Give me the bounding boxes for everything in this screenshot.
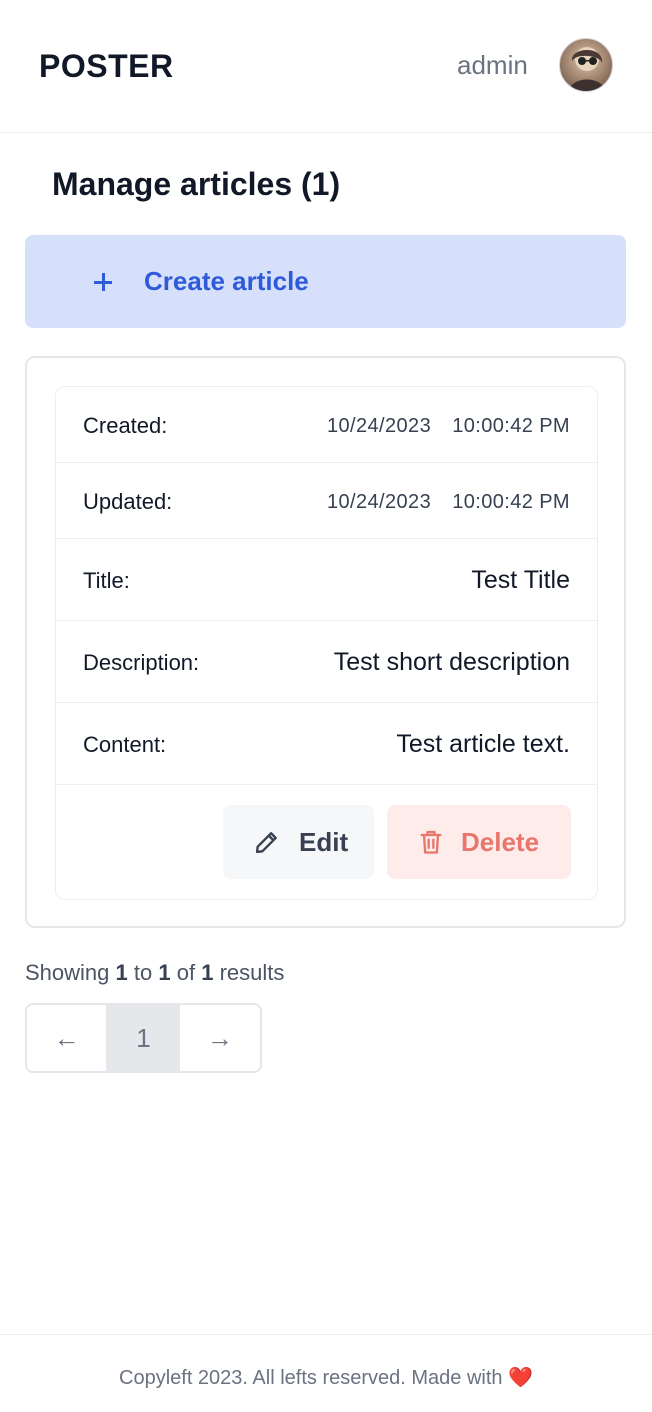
created-label: Created: <box>83 413 168 438</box>
description-row: Description: Test short description <box>56 621 597 703</box>
arrow-left-icon: ← <box>53 1022 80 1053</box>
description-value: Test short description <box>333 648 570 676</box>
create-article-label: Create article <box>144 266 309 296</box>
page: POSTER admin Manage articles (1) Create … <box>0 0 652 1412</box>
brand-logo[interactable]: POSTER <box>39 48 174 85</box>
pencil-icon <box>255 832 277 854</box>
updated-label: Updated: <box>83 489 173 514</box>
description-label: Description: <box>83 650 200 675</box>
created-time: 10:00:42 PM <box>452 415 570 437</box>
article-card: Created: 10/24/2023 10:00:42 PM Updated:… <box>55 386 598 900</box>
updated-date: 10/24/2023 <box>327 491 432 513</box>
content-value: Test article text. <box>396 730 570 758</box>
title-row: Title: Test Title <box>56 539 597 621</box>
delete-label: Delete <box>461 826 540 857</box>
top-navbar: POSTER admin <box>0 0 652 133</box>
plus-icon <box>91 270 115 294</box>
title-label: Title: <box>83 568 130 593</box>
username-label[interactable]: admin <box>457 50 528 81</box>
heart-icon: ❤️ <box>508 1367 533 1389</box>
delete-button[interactable]: Delete <box>387 805 571 879</box>
pagination: ← 1 → <box>25 1003 262 1073</box>
created-date: 10/24/2023 <box>327 415 432 437</box>
trash-icon <box>420 830 442 854</box>
total-count: 1 <box>201 960 214 985</box>
avatar-image <box>568 47 606 91</box>
copyright-text: Copyleft 2023. All lefts reserved. Made … <box>119 1367 503 1389</box>
updated-row: Updated: 10/24/2023 10:00:42 PM <box>56 463 597 539</box>
footer: Copyleft 2023. All lefts reserved. Made … <box>0 1334 652 1412</box>
updated-time: 10:00:42 PM <box>452 491 570 513</box>
footer-text: Copyleft 2023. All lefts reserved. Made … <box>0 1365 652 1390</box>
created-row: Created: 10/24/2023 10:00:42 PM <box>56 387 597 463</box>
page-number-button[interactable]: 1 <box>107 1005 180 1071</box>
pagination-summary: Showing 1 to 1 of 1 results <box>25 960 284 986</box>
results-word: results <box>219 960 285 985</box>
next-page-button[interactable]: → <box>180 1005 260 1071</box>
range-from: 1 <box>115 960 128 985</box>
edit-button[interactable]: Edit <box>223 805 374 879</box>
avatar[interactable] <box>559 38 613 92</box>
edit-label: Edit <box>299 826 349 857</box>
prev-page-button[interactable]: ← <box>27 1005 108 1071</box>
range-to: 1 <box>158 960 171 985</box>
showing-prefix: Showing <box>25 960 110 985</box>
arrow-right-icon: → <box>206 1022 233 1053</box>
page-title: Manage articles (1) <box>52 166 341 202</box>
content-label: Content: <box>83 732 167 757</box>
to-word: to <box>133 960 153 985</box>
title-value: Test Title <box>471 566 570 594</box>
content-row: Content: Test article text. <box>56 703 597 785</box>
articles-list: Created: 10/24/2023 10:00:42 PM Updated:… <box>25 356 626 928</box>
article-actions: Edit Delete <box>56 785 597 901</box>
of-word: of <box>176 960 196 985</box>
create-article-button[interactable]: Create article <box>25 235 626 328</box>
